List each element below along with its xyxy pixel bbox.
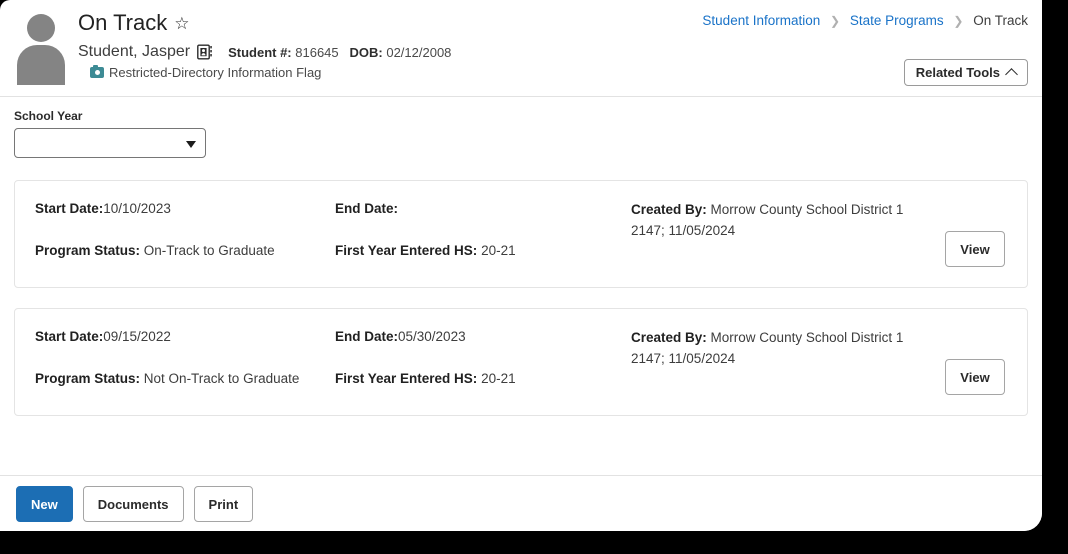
first-year-entered-hs-value: 20-21 bbox=[481, 243, 516, 258]
first-year-entered-hs-value: 20-21 bbox=[481, 371, 516, 386]
student-number-value: 816645 bbox=[295, 44, 339, 60]
related-tools-button[interactable]: Related Tools bbox=[903, 59, 1028, 86]
record-column-dates: Start Date:09/15/2022 Program Status: No… bbox=[35, 327, 335, 389]
page-title: On Track bbox=[78, 10, 168, 35]
program-status-label: Program Status: bbox=[35, 371, 141, 386]
record-column-dates: Start Date:10/10/2023 Program Status: On… bbox=[35, 199, 335, 261]
breadcrumb-separator-icon: ❯ bbox=[953, 14, 964, 28]
program-status-field: Program Status: On-Track to Graduate bbox=[35, 241, 335, 261]
school-year-filter: School Year bbox=[14, 109, 1028, 158]
dob-label: DOB: bbox=[349, 44, 383, 60]
record-column-details: End Date: First Year Entered HS: 20-21 bbox=[335, 199, 631, 261]
start-date-field: Start Date:10/10/2023 bbox=[35, 199, 335, 219]
student-number-field: Student #: 816645 DOB: 02/12/2008 bbox=[228, 45, 451, 60]
end-date-field: End Date:05/30/2023 bbox=[335, 327, 631, 347]
record-card-grid: Start Date:09/15/2022 Program Status: No… bbox=[35, 327, 1007, 389]
breadcrumb-separator-icon: ❯ bbox=[830, 14, 841, 28]
school-year-select[interactable] bbox=[14, 128, 206, 158]
avatar-head bbox=[27, 14, 55, 42]
chevron-up-icon bbox=[1005, 68, 1018, 81]
restricted-flag-row: Restricted-Directory Information Flag bbox=[90, 64, 451, 80]
person-avatar-icon bbox=[14, 12, 68, 85]
start-date-field: Start Date:09/15/2022 bbox=[35, 327, 335, 347]
print-button[interactable]: Print bbox=[193, 486, 254, 522]
end-date-value: 05/30/2023 bbox=[398, 329, 466, 344]
first-year-entered-hs-label: First Year Entered HS: bbox=[335, 371, 478, 386]
first-year-entered-hs-label: First Year Entered HS: bbox=[335, 243, 478, 258]
end-date-field: End Date: bbox=[335, 199, 631, 219]
restricted-flag-label: Restricted-Directory Information Flag bbox=[109, 65, 322, 80]
first-year-entered-hs-field: First Year Entered HS: 20-21 bbox=[335, 241, 631, 261]
end-date-label: End Date: bbox=[335, 201, 399, 216]
dob-value: 02/12/2008 bbox=[386, 44, 452, 60]
header-text-block: On Track ☆ Student, Jasper Student #: 81… bbox=[78, 8, 451, 80]
student-summary-row: Student, Jasper Student #: 816645 DOB: 0… bbox=[78, 43, 451, 61]
contact-card-icon[interactable] bbox=[197, 44, 213, 60]
avatar-body bbox=[17, 45, 65, 85]
created-by-field: Created By: Morrow County School Distric… bbox=[631, 199, 921, 241]
related-tools-label: Related Tools bbox=[915, 65, 1000, 80]
page-header: On Track ☆ Student, Jasper Student #: 81… bbox=[0, 0, 1042, 97]
new-button[interactable]: New bbox=[16, 486, 73, 522]
first-year-entered-hs-field: First Year Entered HS: 20-21 bbox=[335, 369, 631, 389]
title-row: On Track ☆ bbox=[78, 10, 451, 36]
program-status-field: Program Status: Not On-Track to Graduate bbox=[35, 369, 335, 389]
view-button[interactable]: View bbox=[945, 359, 1005, 395]
action-bar: New Documents Print bbox=[0, 475, 1042, 531]
breadcrumb-item-student-information[interactable]: Student Information bbox=[702, 13, 820, 28]
view-button[interactable]: View bbox=[945, 231, 1005, 267]
created-by-label: Created By: bbox=[631, 330, 707, 345]
end-date-label: End Date: bbox=[335, 329, 399, 344]
breadcrumb-item-on-track: On Track bbox=[973, 13, 1028, 28]
start-date-label: Start Date: bbox=[35, 329, 104, 344]
main-content: School Year Start Date:10/10/2023 Progra… bbox=[0, 97, 1042, 467]
application-window: On Track ☆ Student, Jasper Student #: 81… bbox=[0, 0, 1042, 531]
record-card[interactable]: Start Date:10/10/2023 Program Status: On… bbox=[14, 180, 1028, 288]
student-name: Student, Jasper bbox=[78, 43, 191, 60]
record-card-grid: Start Date:10/10/2023 Program Status: On… bbox=[35, 199, 1007, 261]
created-by-label: Created By: bbox=[631, 202, 707, 217]
star-icon[interactable]: ☆ bbox=[174, 15, 189, 32]
start-date-value: 10/10/2023 bbox=[103, 201, 171, 216]
start-date-label: Start Date: bbox=[35, 201, 104, 216]
program-status-label: Program Status: bbox=[35, 243, 141, 258]
breadcrumb: Student Information ❯ State Programs ❯ O… bbox=[702, 13, 1028, 28]
record-card-list: Start Date:10/10/2023 Program Status: On… bbox=[14, 180, 1028, 416]
student-number-label: Student #: bbox=[228, 44, 292, 60]
record-column-details: End Date:05/30/2023 First Year Entered H… bbox=[335, 327, 631, 389]
start-date-value: 09/15/2022 bbox=[103, 329, 171, 344]
program-status-value: On-Track to Graduate bbox=[143, 243, 275, 258]
program-status-value: Not On-Track to Graduate bbox=[143, 371, 300, 386]
record-card[interactable]: Start Date:09/15/2022 Program Status: No… bbox=[14, 308, 1028, 416]
breadcrumb-item-state-programs[interactable]: State Programs bbox=[850, 13, 944, 28]
created-by-field: Created By: Morrow County School Distric… bbox=[631, 327, 921, 369]
camera-icon bbox=[90, 64, 104, 78]
school-year-label: School Year bbox=[14, 109, 83, 123]
caret-down-icon bbox=[186, 141, 196, 148]
documents-button[interactable]: Documents bbox=[82, 486, 184, 522]
